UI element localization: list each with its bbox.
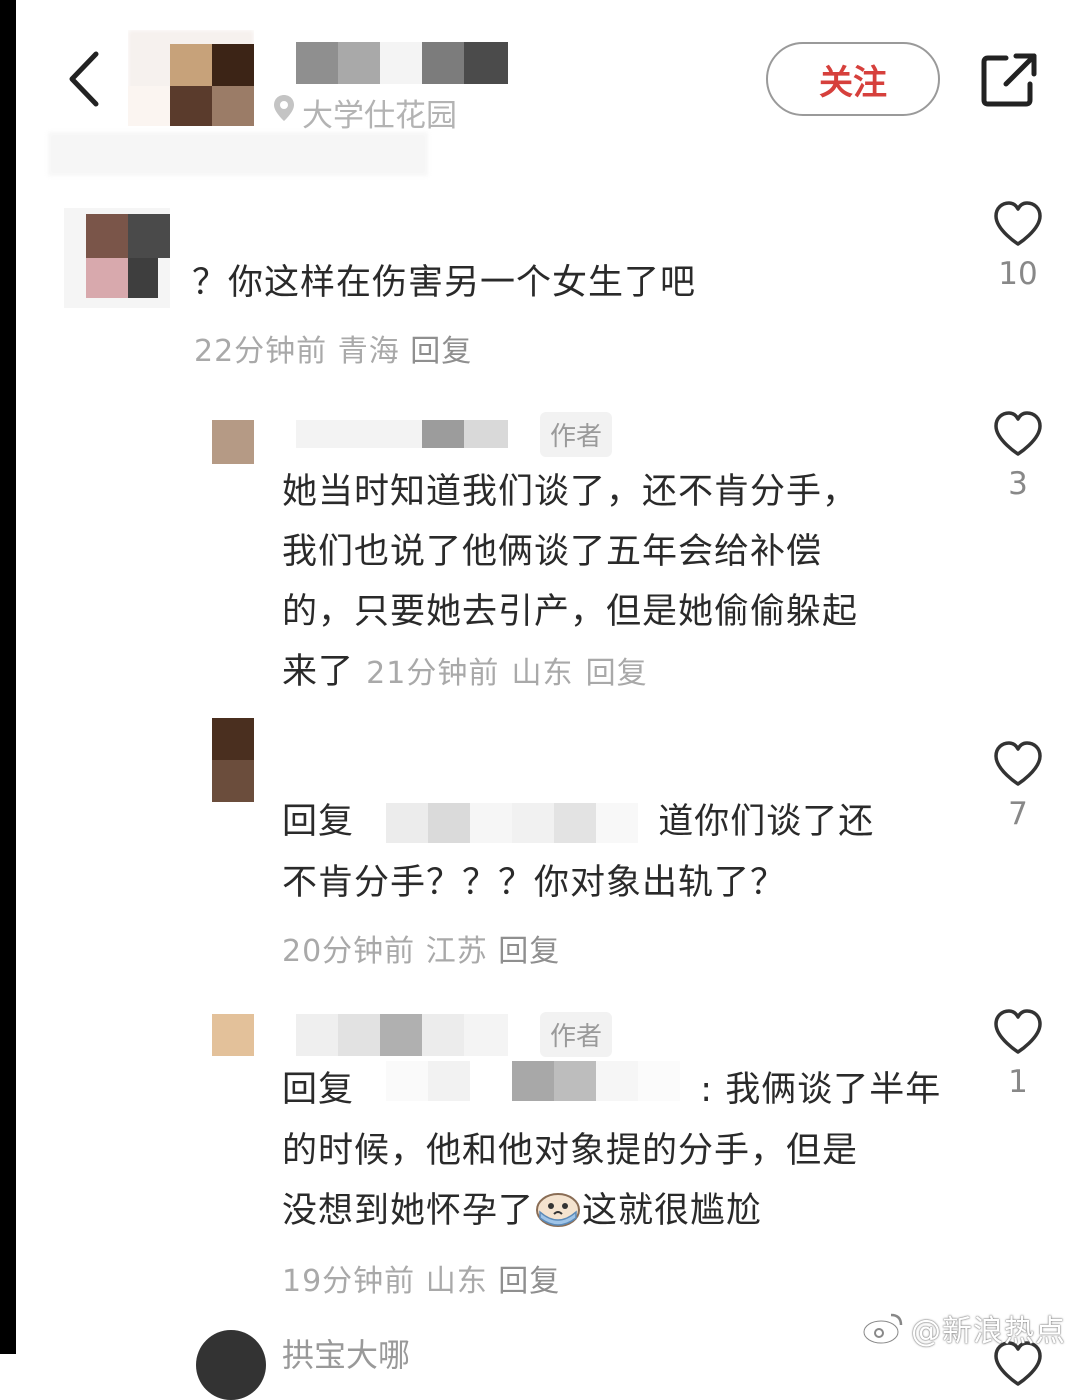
comment-line-head: 没想到她怀孕了	[282, 1191, 535, 1231]
reply-button[interactable]: 回复	[498, 1264, 560, 1299]
comment-line-tail: 这就很尴尬	[582, 1191, 763, 1231]
reply-prefix: 回复	[282, 802, 355, 842]
comment-line: 来了	[282, 652, 355, 692]
avatar[interactable]	[212, 718, 254, 802]
comment-time: 21分钟前	[366, 656, 500, 691]
comment-meta: 19分钟前 山东 回复	[282, 1256, 560, 1300]
comment-line: 回复 : 我俩谈了半年	[282, 1060, 941, 1121]
comment-text: 她当时知道我们谈了，还不肯分手， 我们也说了他俩谈了五年会给补偿 的，只要她去引…	[282, 462, 858, 704]
comment-meta: 22分钟前 青海 回复	[194, 326, 472, 370]
background-ghost-text	[48, 132, 428, 176]
heart-icon	[994, 411, 1042, 456]
reply-button[interactable]: 回复	[586, 656, 648, 691]
author-badge: 作者	[540, 1012, 613, 1057]
location-text: 大学仕花园	[302, 97, 457, 134]
comment-time: 19分钟前	[282, 1264, 416, 1299]
comment-time: 20分钟前	[282, 934, 416, 969]
location-pin-icon	[272, 93, 296, 131]
comment-line-tail: 道你们谈了还	[658, 802, 875, 842]
comment-text: 回复 : 我俩谈了半年 的时候，他和他对象提的分手，但是 没想到她怀孕了 这就很…	[282, 1060, 941, 1241]
comment-line: 的时候，他和他对象提的分手，但是	[282, 1131, 859, 1171]
comment-region: 山东	[511, 656, 574, 691]
like-button[interactable]: 1	[988, 1008, 1048, 1100]
comment-line-tail: : 我俩谈了半年	[700, 1070, 942, 1110]
username-mosaic	[296, 420, 508, 448]
share-icon[interactable]	[978, 50, 1042, 110]
comment-meta: 20分钟前 江苏 回复	[282, 926, 560, 970]
like-button[interactable]: 7	[988, 740, 1048, 832]
comment-line: 我们也说了他俩谈了五年会给补偿	[282, 532, 823, 572]
watermark: @新浪热点	[861, 1306, 1066, 1350]
comment-region: 江苏	[425, 934, 488, 969]
reply-button[interactable]: 回复	[410, 334, 472, 369]
follow-button[interactable]: 关注	[766, 42, 940, 116]
like-count: 10	[998, 256, 1038, 292]
reply-prefix: 回复	[282, 1070, 355, 1110]
heart-icon	[994, 201, 1042, 246]
like-count: 7	[1008, 796, 1028, 832]
author-badge: 作者	[540, 412, 613, 457]
avatar[interactable]	[212, 420, 254, 464]
heart-icon	[994, 741, 1042, 786]
like-button[interactable]: 10	[988, 200, 1048, 292]
comment-line: 没想到她怀孕了 这就很尴尬	[282, 1181, 941, 1241]
comment-text: 回复 道你们谈了还 不肯分手？？？你对象出轨了？	[282, 792, 874, 913]
username-mosaic	[296, 1014, 508, 1056]
avatar[interactable]	[128, 30, 254, 126]
comment-region: 山东	[425, 1264, 488, 1299]
like-count: 1	[1008, 1064, 1028, 1100]
back-arrow-icon[interactable]	[60, 44, 110, 114]
heart-icon	[994, 1009, 1042, 1054]
left-black-edge	[0, 0, 16, 1354]
crying-emoji-icon	[534, 1187, 582, 1227]
comment-line: 回复 道你们谈了还	[282, 792, 874, 853]
username-mosaic	[366, 793, 646, 853]
username-mosaic	[366, 1061, 688, 1121]
comment-line: 她当时知道我们谈了，还不肯分手，	[282, 472, 859, 512]
like-button[interactable]: 3	[988, 410, 1048, 502]
like-count: 3	[1008, 466, 1028, 502]
username-mosaic	[296, 42, 508, 84]
weibo-logo-icon	[862, 1313, 903, 1345]
location: 大学仕花园	[272, 88, 457, 136]
avatar[interactable]	[64, 208, 170, 308]
comment-last-line: 来了 21分钟前 山东 回复	[282, 642, 858, 704]
avatar[interactable]	[212, 1014, 254, 1056]
comment-line: 的，只要她去引产，但是她偷偷躲起	[282, 592, 859, 632]
follow-label: 关注	[819, 62, 887, 103]
watermark-text: @新浪热点	[911, 1314, 1066, 1349]
avatar[interactable]	[196, 1330, 266, 1400]
comment-text: ？你这样在伤害另一个女生了吧	[192, 263, 697, 303]
reply-button[interactable]: 回复	[498, 934, 560, 969]
next-comment-username: 拱宝大哪	[282, 1336, 411, 1374]
comment-region: 青海	[337, 334, 400, 369]
comment-time: 22分钟前	[194, 334, 328, 369]
comment-line: 不肯分手？？？你对象出轨了？	[282, 863, 787, 903]
